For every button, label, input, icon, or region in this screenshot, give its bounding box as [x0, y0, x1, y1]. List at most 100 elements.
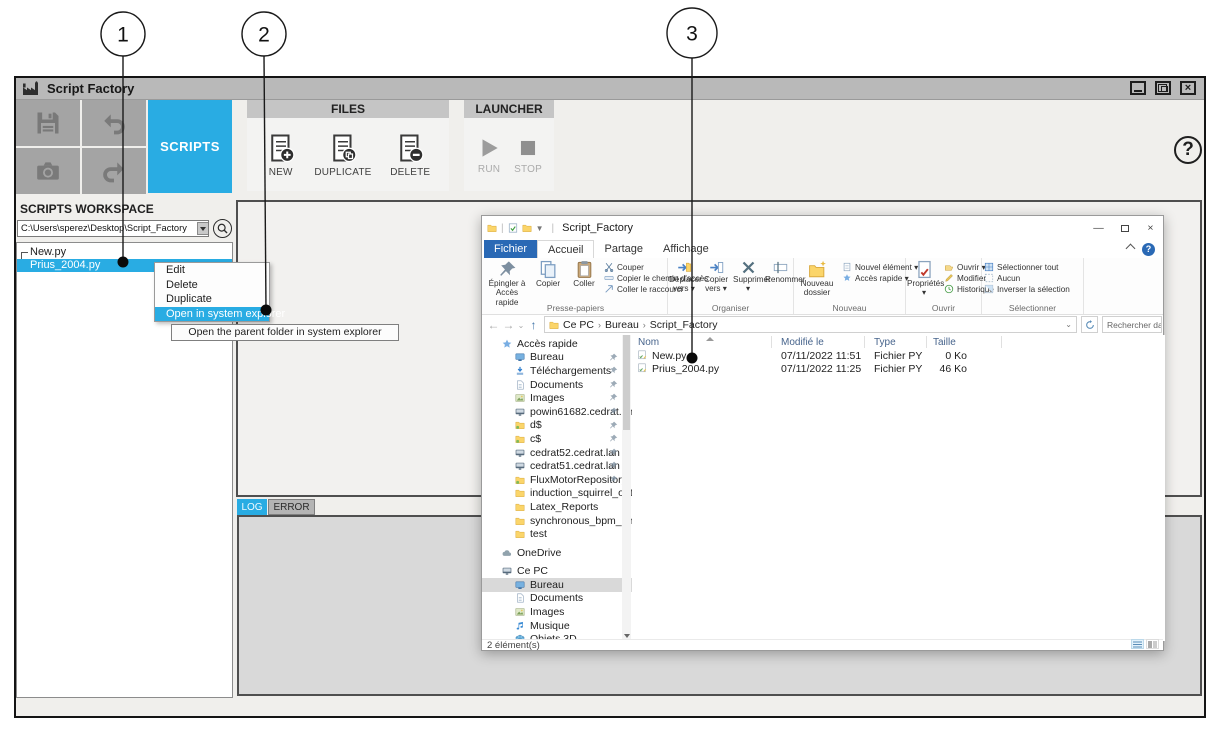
ribbon-button[interactable]: Déplacer vers ▾ — [669, 260, 699, 294]
details-view-button[interactable] — [1131, 639, 1144, 649]
file-size: 46 Ko — [929, 363, 969, 375]
combo-dropdown-button[interactable] — [197, 222, 209, 235]
nav-item-cedrat51-cedrat-lan[interactable]: cedrat51.cedrat.lan — [482, 459, 632, 473]
nav-item-images[interactable]: Images — [482, 605, 632, 619]
ribbon-button[interactable]: Nouveau dossier — [795, 260, 839, 298]
path-combobox[interactable]: C:\Users\sperez\Desktop\Script_Factory — [17, 220, 209, 237]
breadcrumb-separator: › — [598, 320, 601, 330]
history-chevron-icon[interactable]: ⌄ — [516, 321, 526, 330]
explorer-help-icon[interactable]: ? — [1142, 243, 1155, 256]
nav-item-fluxmotorrepository[interactable]: FluxMotorRepository — [482, 473, 632, 487]
nav-item-powin61682-cedrat-lan[interactable]: powin61682.cedrat.lan — [482, 405, 632, 419]
close-button[interactable]: × — [1180, 81, 1196, 95]
explorer-minimize-button[interactable]: — — [1086, 216, 1111, 240]
nav-item-onedrive[interactable]: OneDrive — [482, 546, 632, 560]
column-header[interactable]: Taille — [929, 337, 969, 348]
chevron-down-icon — [200, 227, 206, 231]
browse-button[interactable] — [213, 219, 232, 238]
run-button[interactable]: RUN — [476, 135, 502, 175]
scrollbar-thumb[interactable] — [623, 335, 630, 430]
address-chevron-icon[interactable]: ⌄ — [1065, 320, 1072, 329]
nav-item-t-l-chargements[interactable]: Téléchargements — [482, 364, 632, 378]
nav-item-documents[interactable]: Documents — [482, 378, 632, 392]
ribbon-small-label: Aucun — [997, 274, 1020, 283]
minimize-button[interactable] — [1130, 81, 1146, 95]
nav-scrollbar[interactable] — [622, 335, 631, 641]
breadcrumb-segment[interactable]: Script_Factory — [650, 319, 718, 331]
column-header[interactable]: Type — [870, 337, 929, 348]
nav-item-bureau[interactable]: Bureau — [482, 578, 632, 592]
nav-item-induction-squirrel-outerrotor-3p[interactable]: induction_squirrel_outerRotor_3p — [482, 487, 632, 501]
refresh-button[interactable] — [1081, 316, 1098, 333]
menu-item[interactable]: Edit — [155, 263, 269, 278]
up-button[interactable]: ↑ — [526, 318, 541, 332]
ribbon-button[interactable]: Propriétés ▾ — [907, 260, 941, 298]
screenshot-button[interactable] — [16, 148, 80, 194]
file-row[interactable]: Prius_2004.py07/11/2022 11:25Fichier PY4… — [634, 363, 1165, 376]
breadcrumb[interactable]: Ce PC›Bureau›Script_Factory ⌄ — [544, 316, 1077, 333]
stop-button[interactable]: STOP — [514, 135, 542, 175]
breadcrumb-segment[interactable]: Bureau — [605, 319, 639, 331]
callout-number: 3 — [686, 23, 698, 46]
tab-accueil[interactable]: Accueil — [537, 240, 594, 258]
tab-log[interactable]: LOG — [237, 499, 267, 515]
nav-item-cedrat52-cedrat-lan[interactable]: cedrat52.cedrat.lan — [482, 446, 632, 460]
file-row[interactable]: New.py07/11/2022 11:51Fichier PY0 Ko — [634, 349, 1165, 362]
maximize-icon — [1121, 225, 1129, 232]
ribbon-small-button[interactable]: Sélectionner tout — [984, 262, 1070, 272]
nav-item-d-[interactable]: d$ — [482, 419, 632, 433]
explorer-titlebar[interactable]: | ▼ | Script_Factory — × — [482, 216, 1163, 240]
menu-item[interactable]: Delete — [155, 278, 269, 293]
ribbon-button[interactable]: Copier — [531, 260, 565, 288]
breadcrumb-segment[interactable]: Ce PC — [563, 319, 594, 331]
tab-error[interactable]: ERROR — [268, 499, 315, 515]
explorer-close-button[interactable]: × — [1138, 216, 1163, 240]
menu-item[interactable]: Open in system explorer — [155, 307, 269, 322]
collapse-ribbon-icon[interactable] — [1127, 245, 1135, 250]
tab-partage[interactable]: Partage — [594, 240, 653, 258]
forward-button[interactable]: → — [501, 318, 516, 332]
tab-fichier[interactable]: Fichier — [484, 240, 537, 258]
nav-item-test[interactable]: test — [482, 527, 632, 541]
nav-item-ce-pc[interactable]: Ce PC — [482, 565, 632, 579]
thumbnail-view-button[interactable] — [1146, 639, 1159, 649]
ribbon-button[interactable]: Supprimer ▾ — [733, 260, 763, 294]
back-button[interactable]: ← — [486, 318, 501, 332]
delete-script-button[interactable]: DELETE — [390, 132, 430, 178]
star-icon — [502, 339, 512, 349]
nav-item-label: Images — [530, 606, 564, 618]
menu-item[interactable]: Duplicate — [155, 292, 269, 307]
help-button[interactable]: ? — [1174, 136, 1202, 164]
workspace-file-item[interactable]: New.py — [17, 246, 232, 259]
ribbon-small-button[interactable]: Inverser la sélection — [984, 284, 1070, 294]
restore-button[interactable] — [1155, 81, 1171, 95]
ribbon-button[interactable]: Épingler à Accès rapide — [485, 260, 529, 307]
duplicate-script-button[interactable]: DUPLICATE — [314, 132, 371, 178]
redo-button[interactable] — [82, 148, 146, 194]
ribbon-button[interactable]: Copier vers ▾ — [701, 260, 731, 294]
file-modified: 07/11/2022 11:51 — [777, 350, 870, 362]
search-box[interactable]: Rechercher dans : ... — [1102, 316, 1162, 333]
nav-item-images[interactable]: Images — [482, 391, 632, 405]
explorer-maximize-button[interactable] — [1112, 216, 1137, 240]
tab-affichage[interactable]: Affichage — [653, 240, 719, 258]
pin-icon — [609, 393, 618, 402]
scripts-button[interactable]: SCRIPTS — [148, 100, 232, 193]
undo-button[interactable] — [82, 100, 146, 146]
column-header[interactable]: Modifié le — [777, 337, 870, 348]
nav-item-c-[interactable]: c$ — [482, 432, 632, 446]
doc-icon — [515, 380, 525, 390]
new-script-button[interactable]: NEW — [266, 132, 296, 178]
ribbon-small-button[interactable]: Aucun — [984, 273, 1070, 283]
ribbon-button[interactable]: Coller — [567, 260, 601, 288]
nav-item-documents[interactable]: Documents — [482, 592, 632, 606]
ribbon-button[interactable]: Renommer — [765, 260, 795, 284]
app-titlebar[interactable]: Script Factory × — [16, 78, 1204, 100]
qat-chevron-icon[interactable]: ▼ — [536, 224, 544, 233]
nav-item-latex-reports[interactable]: Latex_Reports — [482, 500, 632, 514]
nav-item-synchronous-bpm-innerrotor-3p[interactable]: synchronous_bpm_innerRotor_3p — [482, 514, 632, 528]
nav-item-musique[interactable]: Musique — [482, 619, 632, 633]
nav-item-acc-s-rapide[interactable]: Accès rapide — [482, 337, 632, 351]
save-button[interactable] — [16, 100, 80, 146]
nav-item-bureau[interactable]: Bureau — [482, 351, 632, 365]
